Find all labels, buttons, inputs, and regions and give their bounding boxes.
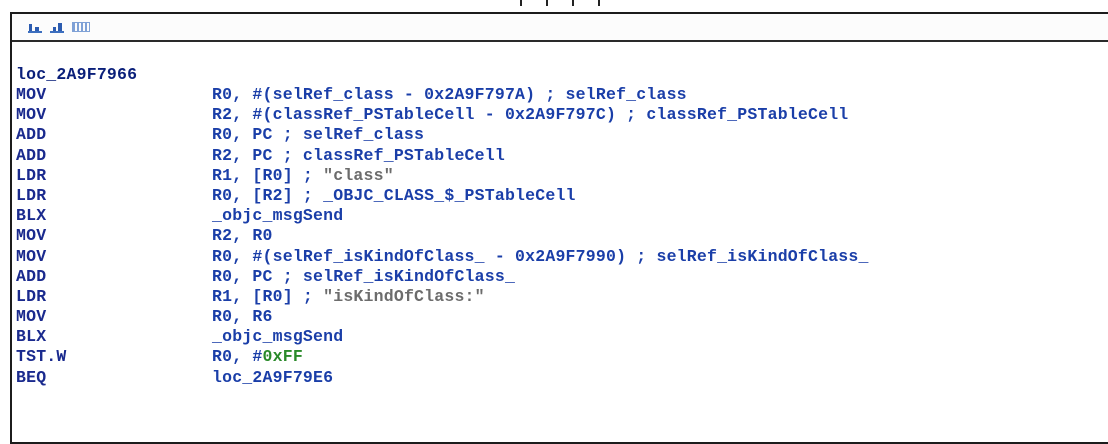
mnemonic: BLX: [16, 327, 47, 347]
overview-icon[interactable]: [72, 22, 90, 32]
top-edge: [0, 0, 1108, 8]
instruction-row[interactable]: LDR R0, [R2] ; _OBJC_CLASS_$_PSTableCell: [12, 186, 1108, 206]
mnemonic: ADD: [16, 145, 47, 165]
instruction-row[interactable]: MOV R2, R0: [12, 226, 1108, 246]
operands: R1, [R0] ;: [212, 165, 324, 185]
graph-zoom-icon[interactable]: [50, 21, 64, 33]
operands: R0, PC ; selRef_isKindOfClass_: [212, 266, 516, 286]
immediate-value: 0xFF: [262, 347, 303, 367]
instruction-row[interactable]: LDR R1, [R0] ; "class": [12, 166, 1108, 186]
operands: R0, #: [212, 347, 263, 367]
operands: R0, #(selRef_isKindOfClass_ - 0x2A9F7990…: [212, 246, 869, 266]
instruction-row[interactable]: MOV R2, #(classRef_PSTableCell - 0x2A9F79…: [12, 105, 1108, 125]
instruction-row[interactable]: LDR R1, [R0] ; "isKindOfClass:": [12, 287, 1108, 307]
instruction-row[interactable]: MOV R0, R6: [12, 307, 1108, 327]
mnemonic: ADD: [16, 125, 47, 145]
instruction-row[interactable]: BLX _objc_msgSend: [12, 206, 1108, 226]
operands: R2, PC ; classRef_PSTableCell: [212, 145, 505, 165]
mnemonic: ADD: [16, 266, 47, 286]
operands: _objc_msgSend: [212, 327, 344, 347]
operands: _objc_msgSend: [212, 206, 344, 226]
string-comment: "isKindOfClass:": [323, 286, 485, 306]
mnemonic: MOV: [16, 307, 47, 327]
instruction-row[interactable]: BEQ loc_2A9F79E6: [12, 368, 1108, 388]
operands: loc_2A9F79E6: [212, 367, 334, 387]
instruction-row[interactable]: BLX _objc_msgSend: [12, 327, 1108, 347]
operands: R0, R6: [212, 307, 273, 327]
mnemonic: MOV: [16, 226, 47, 246]
mnemonic: LDR: [16, 165, 47, 185]
instruction-row[interactable]: ADD R2, PC ; classRef_PSTableCell: [12, 146, 1108, 166]
mnemonic: BEQ: [16, 367, 47, 387]
operands: R0, PC ; selRef_class: [212, 125, 425, 145]
instruction-row[interactable]: ADD R0, PC ; selRef_class: [12, 125, 1108, 145]
code-listing: loc_2A9F7966 MOV R0, #(selRef_class - 0x2…: [12, 64, 1108, 388]
window-toolbar: [12, 14, 1108, 42]
operands: R2, #(classRef_PSTableCell - 0x2A9F797C)…: [212, 105, 849, 125]
graph-icon[interactable]: [28, 21, 42, 33]
instruction-row[interactable]: ADD R0, PC ; selRef_isKindOfClass_: [12, 267, 1108, 287]
instruction-row[interactable]: MOV R0, #(selRef_class - 0x2A9F797A) ; se…: [12, 85, 1108, 105]
operands: R0, [R2] ; _OBJC_CLASS_$_PSTableCell: [212, 185, 576, 205]
location-label[interactable]: loc_2A9F7966: [12, 64, 1108, 85]
mnemonic: BLX: [16, 206, 47, 226]
instruction-row[interactable]: MOV R0, #(selRef_isKindOfClass_ - 0x2A9F7…: [12, 247, 1108, 267]
mnemonic: MOV: [16, 105, 47, 125]
operands: R2, R0: [212, 226, 273, 246]
mnemonic: MOV: [16, 246, 47, 266]
mnemonic: TST.W: [16, 347, 67, 367]
mnemonic: MOV: [16, 85, 47, 104]
mnemonic: LDR: [16, 286, 47, 306]
operands: R1, [R0] ;: [212, 286, 324, 306]
operands: R0, #(selRef_class - 0x2A9F797A) ; selRe…: [212, 85, 687, 104]
string-comment: "class": [323, 165, 394, 185]
instruction-row[interactable]: TST.W R0, #0xFF: [12, 347, 1108, 367]
mnemonic: LDR: [16, 185, 47, 205]
